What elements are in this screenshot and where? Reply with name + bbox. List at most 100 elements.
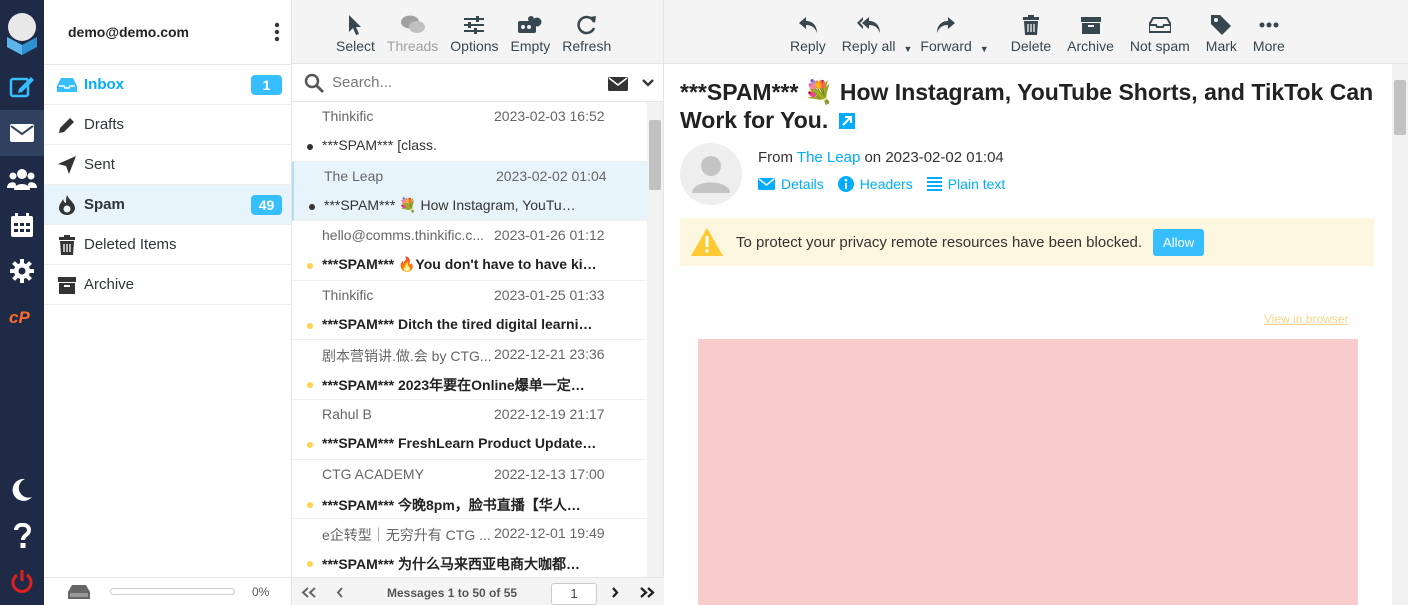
compose-icon[interactable]	[0, 64, 44, 110]
message-row[interactable]: Thinkific 2023-02-03 16:52 ***SPAM*** [cla…	[292, 102, 648, 162]
first-page-icon[interactable]	[301, 587, 317, 598]
view-in-browser-link[interactable]: View in browser	[1264, 312, 1348, 326]
unread-dot[interactable]	[307, 382, 313, 389]
message-sender: Thinkific	[322, 108, 374, 124]
plain-text-link[interactable]: Plain text	[926, 176, 1005, 192]
message-date: 2023-01-25 01:33	[494, 286, 605, 303]
account-email: demo@demo.com	[68, 24, 190, 40]
fire-icon	[56, 194, 78, 216]
forward-button[interactable]: Forward	[912, 12, 979, 54]
forward-dropdown-icon[interactable]: ▼	[980, 44, 989, 54]
folder-spam[interactable]: Spam 49	[44, 185, 291, 225]
message-date: 2023-02-02 01:04	[496, 167, 607, 184]
folder-inbox[interactable]: Inbox 1	[44, 65, 291, 105]
next-page-icon[interactable]	[611, 587, 619, 598]
not-spam-button[interactable]: Not spam	[1122, 12, 1198, 54]
unread-dot[interactable]	[307, 501, 313, 508]
calendar-icon[interactable]	[0, 202, 44, 248]
folder-archive[interactable]: Archive	[44, 265, 291, 305]
reply-all-icon	[856, 12, 881, 38]
archive-button[interactable]: Archive	[1059, 12, 1122, 54]
message-list-panel: Select Threads Options Empty Refresh Sea…	[292, 0, 664, 605]
unread-dot[interactable]	[307, 263, 313, 270]
reply-all-button[interactable]: Reply all	[834, 12, 904, 54]
message-sender: e企转型｜无穷升有 CTG ...	[322, 527, 491, 544]
warning-icon	[691, 228, 723, 256]
message-sender: Rahul B	[322, 405, 372, 422]
page-number-input[interactable]: 1	[551, 583, 597, 605]
folder-drafts[interactable]: Drafts	[44, 105, 291, 145]
mark-button[interactable]: Mark	[1198, 12, 1245, 54]
more-dots-icon	[1259, 12, 1279, 38]
read-dot[interactable]	[307, 144, 313, 150]
delete-button[interactable]: Delete	[1003, 12, 1059, 54]
storage-icon	[68, 584, 90, 599]
account-menu-icon[interactable]	[273, 22, 281, 42]
email-subject: ***SPAM*** 💐 How Instagram, YouTube Shor…	[680, 79, 1374, 133]
sliders-icon	[464, 12, 485, 38]
contacts-icon[interactable]	[0, 156, 44, 202]
options-button[interactable]: Options	[444, 12, 504, 54]
last-page-icon[interactable]	[639, 587, 655, 598]
chevron-down-icon[interactable]	[642, 79, 654, 87]
archive-box-icon	[1080, 12, 1101, 38]
message-subject: ***SPAM*** 为什么马来西亚电商大咖都…	[322, 556, 580, 573]
logout-icon[interactable]	[0, 559, 44, 605]
reply-all-dropdown-icon[interactable]: ▼	[904, 44, 913, 54]
header-links: Details Headers Plain text	[758, 176, 1019, 192]
list-scrollbar[interactable]	[647, 102, 663, 578]
unread-badge: 1	[251, 75, 282, 95]
more-button[interactable]: More	[1245, 12, 1293, 54]
envelope-filter-icon[interactable]	[608, 77, 628, 91]
details-link[interactable]: Details	[758, 176, 824, 192]
list-lines-icon	[926, 177, 942, 191]
unread-dot[interactable]	[307, 441, 313, 448]
folder-deleted-items[interactable]: Deleted Items	[44, 225, 291, 265]
read-dot[interactable]	[309, 203, 315, 210]
message-row[interactable]: Thinkific 2023-01-25 01:33 ***SPAM*** Ditc…	[292, 281, 648, 341]
message-list: Thinkific 2023-02-03 16:52 ***SPAM*** [cla…	[292, 102, 648, 578]
headers-link[interactable]: Headers	[837, 176, 913, 192]
message-sender: Thinkific	[322, 286, 374, 303]
unread-dot[interactable]	[307, 322, 313, 329]
reply-button[interactable]: Reply	[782, 12, 834, 54]
empty-folder-icon	[518, 12, 542, 38]
mail-icon[interactable]	[0, 110, 44, 156]
message-row[interactable]: The Leap 2023-02-02 01:04 ***SPAM*** 💐 How…	[292, 161, 648, 222]
allow-button[interactable]: Allow	[1153, 228, 1205, 256]
unread-dot[interactable]	[307, 561, 313, 568]
message-subject: ***SPAM*** FreshLearn Product Update…	[322, 434, 597, 451]
message-row[interactable]: hello@comms.thinkific.c... 2023-01-26 01:…	[292, 221, 648, 281]
open-external-icon[interactable]	[838, 113, 855, 129]
scroll-thumb[interactable]	[649, 120, 661, 190]
message-row[interactable]: e企转型｜无穷升有 CTG ... 2022-12-01 19:49 ***SPAM…	[292, 519, 648, 578]
message-row[interactable]: 剧本营销讲.做.会 by CTG... 2022-12-21 23:36 ***SP…	[292, 340, 648, 400]
select-button[interactable]: Select	[330, 12, 381, 54]
inbox-tray-icon	[1148, 12, 1171, 38]
dark-mode-icon[interactable]	[0, 467, 44, 513]
sender-avatar	[680, 143, 742, 205]
reading-scrollbar[interactable]	[1392, 64, 1408, 605]
folder-sent[interactable]: Sent	[44, 145, 291, 185]
reading-pane: Reply Reply all ▼ Forward ▼ Delete Archi…	[664, 0, 1408, 605]
refresh-icon	[577, 12, 597, 38]
message-row[interactable]: Rahul B 2022-12-19 21:17 ***SPAM*** FreshL…	[292, 400, 648, 460]
svg-text:cP: cP	[9, 308, 30, 326]
prev-page-icon[interactable]	[336, 587, 344, 598]
account-header: demo@demo.com	[44, 0, 291, 64]
empty-button[interactable]: Empty	[505, 12, 557, 54]
help-icon[interactable]	[0, 513, 44, 559]
threads-button[interactable]: Threads	[381, 12, 444, 54]
cpanel-icon[interactable]: cP	[0, 294, 44, 340]
message-sender: 剧本营销讲.做.会 by CTG...	[322, 348, 492, 365]
refresh-button[interactable]: Refresh	[556, 12, 617, 54]
search-icon[interactable]	[304, 73, 324, 93]
search-input[interactable]: Search...	[332, 74, 392, 91]
scroll-thumb[interactable]	[1394, 80, 1406, 135]
quota-bar	[110, 588, 235, 595]
message-row[interactable]: CTG ACADEMY 2022-12-13 17:00 ***SPAM*** 今晚…	[292, 460, 648, 520]
settings-icon[interactable]	[0, 248, 44, 294]
tag-icon	[1211, 12, 1232, 38]
sender-link[interactable]: The Leap	[797, 149, 860, 166]
roundcube-logo[interactable]	[0, 0, 44, 64]
